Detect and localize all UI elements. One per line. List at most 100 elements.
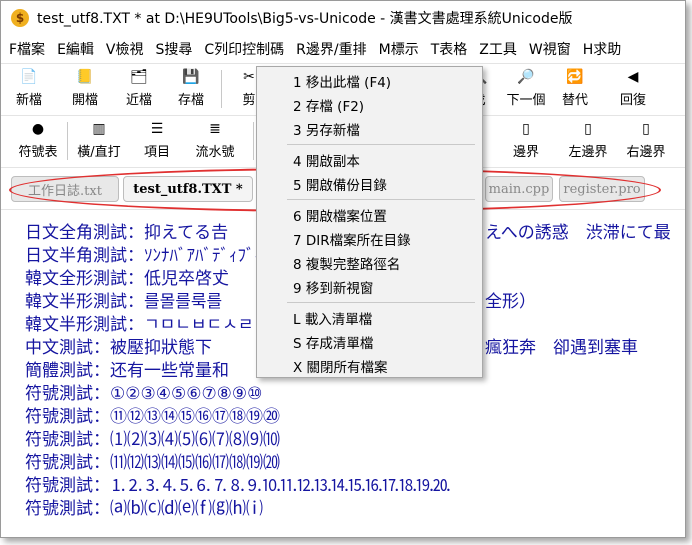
context-menu-item-label: 7 DIR檔案所在目錄 (293, 233, 411, 249)
toolbar-button-replace[interactable]: 🔁 替代 (555, 66, 595, 112)
replace-icon: 🔁 (566, 69, 584, 85)
context-menu-item-label: 3 另存新檔 (293, 123, 360, 139)
context-menu-item-label: 9 移到新視窗 (293, 281, 374, 297)
editor-line: 符號測試：①②③④⑤⑥⑦⑧⑨⑩ (25, 384, 263, 404)
context-menu-item-label: 5 開啟備份目錄 (293, 178, 387, 194)
toolbar-button-right-margin[interactable]: ▯ 右邊界 (621, 118, 671, 164)
context-menu-item-label: S 存成清單檔 (293, 336, 374, 352)
toolbar-separator (253, 122, 254, 160)
left-margin-icon: ▯ (584, 121, 592, 137)
editor-line: 中文測試：被壓抑狀態下 (25, 338, 212, 358)
menu-item[interactable]: R邊界/重排 (288, 39, 370, 59)
context-menu-item[interactable]: 9 移到新視窗 (257, 275, 482, 299)
context-menu-item-label: 8 複製完整路徑名 (293, 257, 401, 273)
editor-line: 日文半角測試：ｿﾝﾅﾊﾞｱﾊﾞﾃﾞｨﾌﾞｨｽ (25, 246, 272, 266)
context-menu-item[interactable]: L 載入清單檔 (257, 306, 482, 330)
context-menu-separator (287, 199, 475, 200)
new-file-icon: 📄 (20, 69, 38, 85)
save-icon: 💾 (182, 69, 200, 85)
toolbar-button-new-file[interactable]: 📄 新檔 (9, 66, 49, 112)
toolbar-button-undo[interactable]: ◀ 回復 (613, 66, 653, 112)
editor-line: 符號測試：⒈⒉⒊⒋⒌⒍⒎⒏⒐⒑⒒⒓⒔⒕⒖⒗⒘⒙⒚⒛ (25, 476, 450, 496)
menu-item[interactable]: E編輯 (49, 39, 98, 59)
menu-item[interactable]: W視窗 (521, 39, 575, 59)
toolbar-button-label: 下一個 (506, 93, 546, 108)
symbol-table-icon: ● (31, 121, 45, 137)
find-next-icon: 🔎 (517, 69, 535, 85)
bullet-list-icon: ☰ (150, 121, 164, 137)
toolbar-button-label: 存檔 (177, 93, 204, 108)
context-menu-item[interactable]: 5 開啟備份目錄 (257, 172, 482, 196)
context-menu-item-label: X 關閉所有檔案 (293, 360, 388, 376)
menu-item[interactable]: C列印控制碼 (196, 39, 288, 59)
open-file-icon: 📒 (76, 69, 94, 85)
context-menu-separator (287, 144, 475, 145)
right-margin-icon: ▯ (642, 121, 650, 137)
toolbar-button-label: 回復 (619, 93, 646, 108)
context-menu-item-label: 2 存檔 (F2) (293, 99, 365, 115)
context-menu-item-label: 4 開啟副本 (293, 154, 360, 170)
tab-context-menu: 1 移出此檔 (F4) 2 存檔 (F2) 3 另存新檔 4 開啟副本 5 開啟備份目錄… (256, 66, 483, 378)
context-menu-item[interactable]: 7 DIR檔案所在目錄 (257, 227, 482, 251)
toolbar-button-save[interactable]: 💾 存檔 (171, 66, 211, 112)
editor-line: 符號測試：⑪⑫⑬⑭⑮⑯⑰⑱⑲⑳ (25, 407, 280, 427)
editor-line: 韓文半形測試：를몰를룩를 (25, 292, 223, 312)
margin-icon: ▯ (522, 121, 530, 137)
toolbar-button-label: 左邊界 (568, 145, 608, 160)
menu-item[interactable]: T表格 (423, 39, 472, 59)
editor-line-fragment: 全形） (485, 292, 536, 312)
menu-item[interactable]: H求助 (575, 39, 626, 59)
menu-item[interactable]: Z工具 (471, 39, 521, 59)
toolbar-button-left-margin[interactable]: ▯ 左邊界 (563, 118, 613, 164)
window-title: test_utf8.TXT * at D:\HE9UTools\Big5-vs-… (37, 11, 573, 27)
toolbar-button-margin[interactable]: ▯ 邊界 (505, 118, 547, 164)
undo-icon: ◀ (627, 69, 639, 85)
editor-line: 韓文全形測試：低児卒啓𠀋 (25, 269, 229, 289)
context-menu-item[interactable]: 6 開啟檔案位置 (257, 203, 482, 227)
context-menu-item[interactable]: S 存成清單檔 (257, 330, 482, 354)
toolbar-button-open-file[interactable]: 📒 開檔 (65, 66, 105, 112)
context-menu-item[interactable]: 3 另存新檔 (257, 117, 482, 141)
toolbar-separator (67, 122, 68, 160)
menu-item[interactable]: F檔案 (1, 39, 49, 59)
editor-line-fragment: 瘋狂奔 卻遇到塞車 (485, 338, 638, 358)
context-menu-separator (287, 302, 475, 303)
menu-item[interactable]: M標示 (371, 39, 423, 59)
context-menu-item[interactable]: 2 存檔 (F2) (257, 93, 482, 117)
context-menu-item[interactable]: 4 開啟副本 (257, 148, 482, 172)
menu-bar: F檔案 E編輯 V檢視 S搜尋 C列印控制碼 R邊界/重排 M標示 T表格 Z工具 W視窗 H求助 (1, 37, 685, 61)
recent-file-icon: 🗂 (130, 69, 148, 85)
context-menu-item[interactable]: 1 移出此檔 (F4) (257, 69, 482, 93)
numbered-list-icon: ≣ (209, 121, 221, 137)
editor-line: 符號測試：⑴⑵⑶⑷⑸⑹⑺⑻⑼⑽ (25, 430, 280, 450)
title-bar: $ test_utf8.TXT * at D:\HE9UTools\Big5-v… (1, 1, 685, 35)
toolbar-button-bullet-list[interactable]: ☰ 項目 (137, 118, 177, 164)
context-menu-item-label: 6 開啟檔案位置 (293, 209, 387, 225)
toolbar-button-label: 開檔 (71, 93, 98, 108)
editor-line: 日文全角測試：抑えてる𠮷 (25, 223, 229, 243)
toolbar-button-label: 剪 (242, 93, 256, 108)
context-menu-item-label: L 載入清單檔 (293, 312, 373, 328)
toolbar-button-label: 新檔 (15, 93, 42, 108)
menu-item[interactable]: V檢視 (98, 39, 148, 59)
editor-line: 符號測試：⑾⑿⒀⒁⒂⒃⒄⒅⒆⒇ (25, 453, 280, 473)
editor-line: 簡體測試：还有一些常量和 (25, 361, 229, 381)
toolbar-button-find-next[interactable]: 🔎 下一個 (501, 66, 551, 112)
text-direction-icon: ▥ (92, 121, 106, 137)
context-menu-item[interactable]: 8 複製完整路徑名 (257, 251, 482, 275)
toolbar-button-label: 符號表 (18, 145, 58, 160)
toolbar-button-text-direction[interactable]: ▥ 橫/直打 (71, 118, 127, 164)
toolbar-button-label: 橫/直打 (77, 145, 121, 160)
editor-line-fragment: えへの誘惑 渋滞にて最 (485, 223, 671, 243)
editor-line: 符號測試：⒜⒝⒞⒟⒠⒡⒢⒣⒤ (25, 499, 263, 519)
context-menu-item-label: 1 移出此檔 (F4) (293, 75, 392, 91)
toolbar-button-label: 邊界 (512, 145, 539, 160)
toolbar-separator (221, 70, 222, 108)
toolbar-button-numbered-list[interactable]: ≣ 流水號 (189, 118, 241, 164)
menu-item[interactable]: S搜尋 (148, 39, 197, 59)
toolbar-button-label: 右邊界 (626, 145, 666, 160)
context-menu-item[interactable]: X 關閉所有檔案 (257, 354, 482, 378)
toolbar-button-recent-file[interactable]: 🗂 近檔 (119, 66, 159, 112)
toolbar-button-symbol-table[interactable]: ● 符號表 (15, 118, 61, 164)
toolbar-button-label: 流水號 (195, 145, 235, 160)
